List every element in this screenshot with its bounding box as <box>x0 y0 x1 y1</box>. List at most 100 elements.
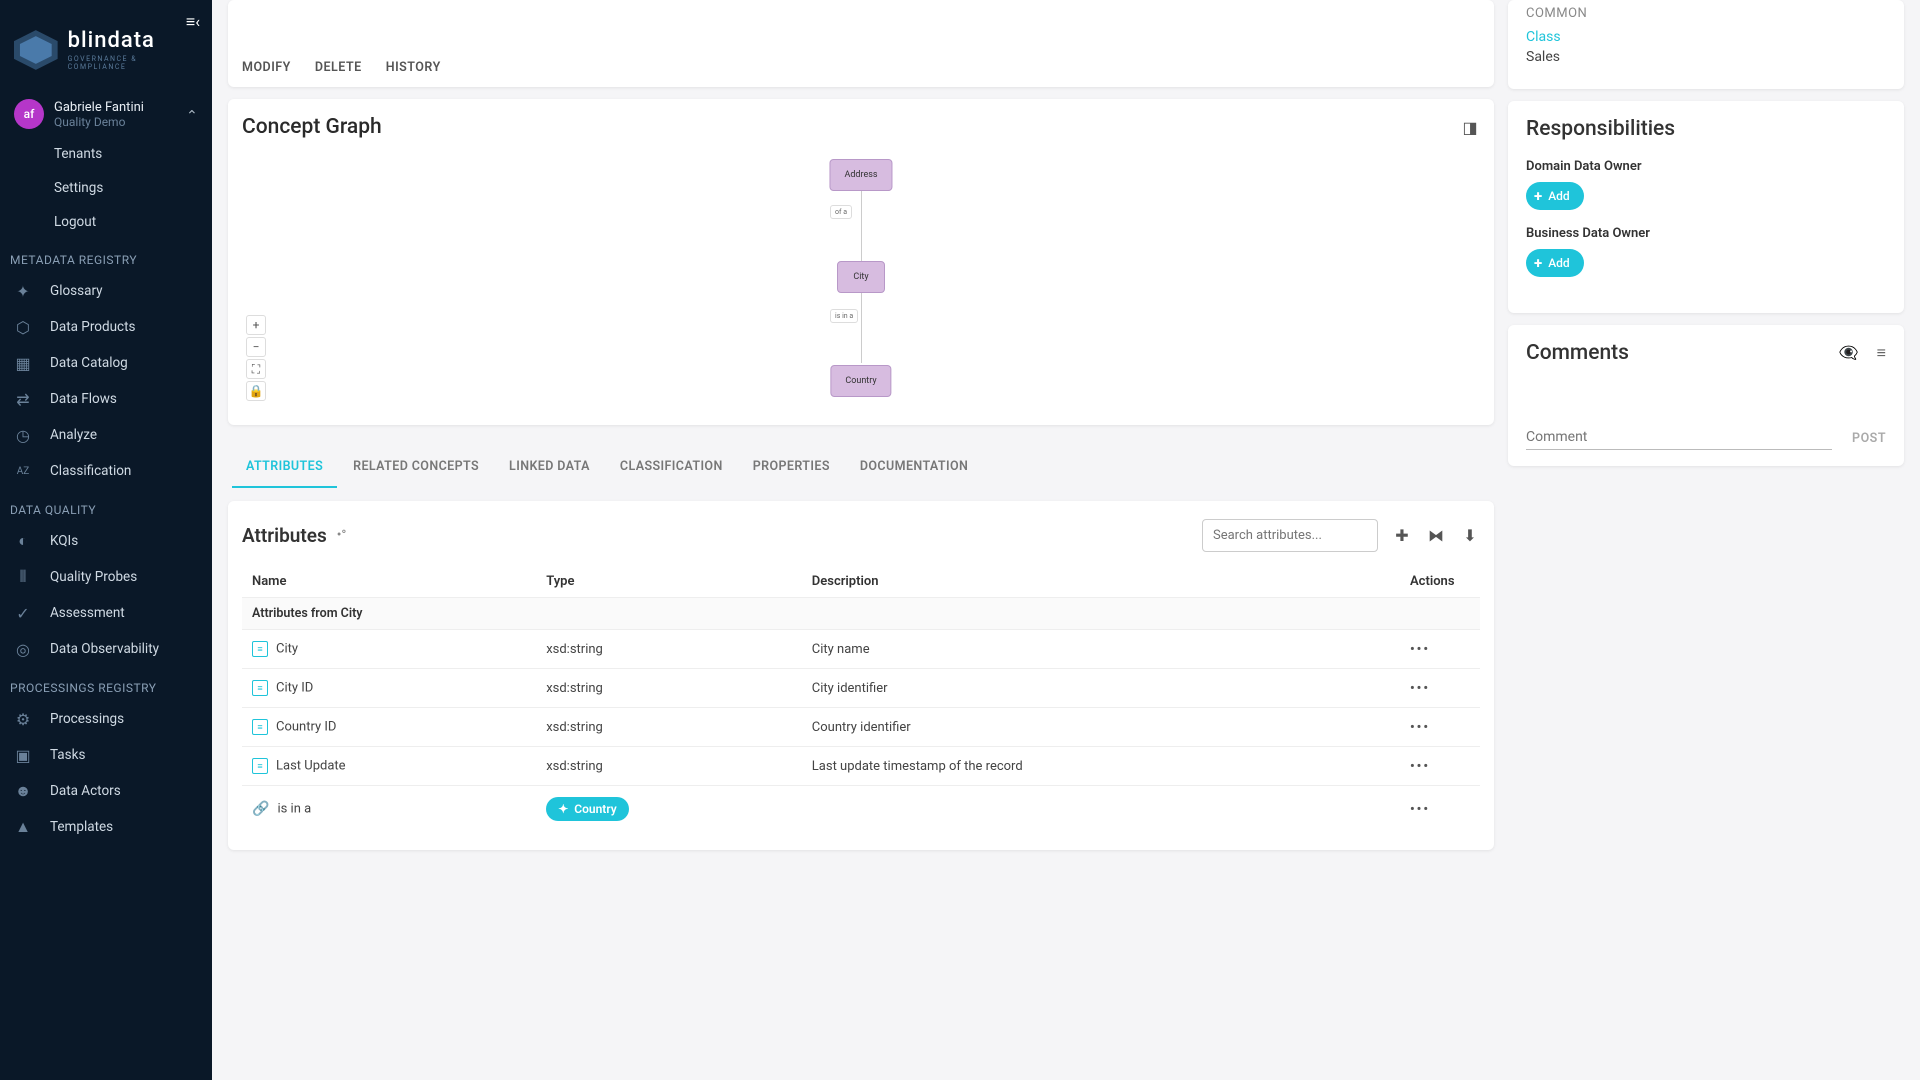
sidebar-item-kqis[interactable]: ◐KQIs <box>0 523 212 559</box>
hierarchy-icon[interactable]: ⧓ <box>1426 526 1446 546</box>
visibility-off-icon[interactable]: 👁‍🗨 <box>1839 343 1859 363</box>
header-card: MODIFY DELETE HISTORY <box>228 0 1494 87</box>
table-row[interactable]: ≡Last Updatexsd:stringLast update timest… <box>242 747 1480 786</box>
main-content: MODIFY DELETE HISTORY Concept Graph ◨ Ad… <box>212 0 1920 1080</box>
sidebar-item-tenants[interactable]: Tenants <box>0 137 212 171</box>
add-domain-owner-button[interactable]: +Add <box>1526 182 1584 210</box>
sidebar-item-quality-probes[interactable]: ⫴Quality Probes <box>0 559 212 595</box>
history-button[interactable]: HISTORY <box>386 60 441 75</box>
plus-icon: + <box>1534 254 1542 272</box>
user-row[interactable]: af Gabriele Fantini Quality Demo ⌄ <box>0 91 212 137</box>
graph-expand-icon[interactable]: ◨ <box>1460 117 1480 137</box>
zoom-in-button[interactable]: + <box>246 315 266 335</box>
sidebar-item-templates[interactable]: ▲Templates <box>0 809 212 845</box>
row-actions-icon[interactable]: ••• <box>1410 642 1430 657</box>
processings-icon: ⚙ <box>14 710 32 728</box>
section-data-quality: DATA QUALITY <box>0 489 212 523</box>
download-icon[interactable]: ⬇ <box>1460 526 1480 546</box>
flow-icon: ⇄ <box>14 390 32 408</box>
attributes-title: Attributes <box>242 524 327 547</box>
sidebar-item-analyze[interactable]: ◷Analyze <box>0 417 212 453</box>
delete-button[interactable]: DELETE <box>315 60 362 75</box>
row-actions-icon[interactable]: ••• <box>1410 802 1430 817</box>
avatar: af <box>14 99 44 129</box>
sidebar-item-data-catalog[interactable]: ▦Data Catalog <box>0 345 212 381</box>
row-actions-icon[interactable]: ••• <box>1410 759 1430 774</box>
post-button[interactable]: POST <box>1852 431 1886 450</box>
comment-input[interactable] <box>1526 425 1832 450</box>
table-row[interactable]: ≡City IDxsd:stringCity identifier••• <box>242 669 1480 708</box>
shield-check-icon: ✓ <box>14 604 32 622</box>
section-processings-registry: PROCESSINGS REGISTRY <box>0 667 212 701</box>
attribute-icon: ≡ <box>252 758 268 774</box>
common-card: COMMON Class Sales <box>1508 0 1904 89</box>
actors-icon: ☻ <box>14 782 32 800</box>
tabs: ATTRIBUTES RELATED CONCEPTS LINKED DATA … <box>228 447 1494 489</box>
sidebar-item-classification[interactable]: AZClassification <box>0 453 212 489</box>
attribute-icon: ≡ <box>252 641 268 657</box>
table-row[interactable]: 🔗is in a✦Country••• <box>242 786 1480 833</box>
role-domain-owner: Domain Data Owner <box>1526 159 1886 174</box>
sidebar-item-glossary[interactable]: ✦Glossary <box>0 273 212 309</box>
logo-name: blindata <box>68 28 155 53</box>
graph-node-address[interactable]: Address <box>829 159 892 191</box>
tab-properties[interactable]: PROPERTIES <box>739 447 844 488</box>
add-attribute-icon[interactable]: ✚ <box>1392 526 1412 546</box>
building-icon: ▦ <box>14 354 32 372</box>
search-attributes-input[interactable] <box>1202 519 1378 552</box>
concept-graph-title: Concept Graph <box>242 115 382 139</box>
section-metadata-registry: METADATA REGISTRY <box>0 239 212 273</box>
col-description: Description <box>802 566 1400 598</box>
graph-node-city[interactable]: City <box>837 261 885 293</box>
col-type: Type <box>536 566 802 598</box>
zoom-out-button[interactable]: − <box>246 337 266 357</box>
row-actions-icon[interactable]: ••• <box>1410 720 1430 735</box>
eye-search-icon: ◎ <box>14 640 32 658</box>
graph-node-country[interactable]: Country <box>830 365 891 397</box>
comments-title: Comments <box>1526 341 1629 365</box>
add-business-owner-button[interactable]: +Add <box>1526 249 1584 277</box>
puzzle-icon: ✦ <box>14 282 32 300</box>
col-name: Name <box>242 566 536 598</box>
sidebar-item-data-products[interactable]: ⬡Data Products <box>0 309 212 345</box>
col-actions: Actions <box>1400 566 1480 598</box>
sidebar-collapse-icon[interactable]: ≡‹ <box>186 12 200 32</box>
class-link[interactable]: Class <box>1526 29 1886 45</box>
sort-icon[interactable]: ≡ <box>1877 343 1886 363</box>
graph-canvas[interactable]: Address of a City is in a Country + − ⛶ … <box>242 149 1480 409</box>
table-row[interactable]: ≡Cityxsd:stringCity name••• <box>242 630 1480 669</box>
modify-button[interactable]: MODIFY <box>242 60 291 75</box>
chevron-up-icon[interactable]: ⌄ <box>186 106 198 122</box>
tab-linked-data[interactable]: LINKED DATA <box>495 447 604 488</box>
tab-related-concepts[interactable]: RELATED CONCEPTS <box>339 447 493 488</box>
plus-icon: + <box>1534 187 1542 205</box>
gauge-icon: ◐ <box>14 532 32 550</box>
group-label: Attributes from City <box>242 598 1480 630</box>
sidebar-item-logout[interactable]: Logout <box>0 205 212 239</box>
az-icon: AZ <box>14 462 32 480</box>
responsibilities-title: Responsibilities <box>1526 117 1886 141</box>
link-icon: 🔗 <box>252 801 269 817</box>
sidebar-item-data-flows[interactable]: ⇄Data Flows <box>0 381 212 417</box>
attributes-card: Attributes •° ✚ ⧓ ⬇ Name Type Descriptio… <box>228 501 1494 850</box>
fullscreen-button[interactable]: ⛶ <box>246 359 266 379</box>
logo: blindata GOVERNANCE & COMPLIANCE <box>0 0 212 91</box>
country-chip[interactable]: ✦Country <box>546 797 629 821</box>
sidebar-item-settings[interactable]: Settings <box>0 171 212 205</box>
logo-icon <box>14 30 58 70</box>
sidebar-item-assessment[interactable]: ✓Assessment <box>0 595 212 631</box>
comments-card: Comments 👁‍🗨 ≡ POST <box>1508 325 1904 466</box>
sidebar-item-data-observability[interactable]: ◎Data Observability <box>0 631 212 667</box>
table-row[interactable]: ≡Country IDxsd:stringCountry identifier•… <box>242 708 1480 747</box>
row-actions-icon[interactable]: ••• <box>1410 681 1430 696</box>
sidebar-item-data-actors[interactable]: ☻Data Actors <box>0 773 212 809</box>
attributes-info-icon[interactable]: •° <box>337 528 347 543</box>
sidebar-item-tasks[interactable]: ▣Tasks <box>0 737 212 773</box>
tab-documentation[interactable]: DOCUMENTATION <box>846 447 982 488</box>
tab-classification[interactable]: CLASSIFICATION <box>606 447 737 488</box>
hexagon-icon: ⬡ <box>14 318 32 336</box>
lock-button[interactable]: 🔒 <box>246 381 266 401</box>
tab-attributes[interactable]: ATTRIBUTES <box>232 447 337 488</box>
chip-icon: ✦ <box>558 802 568 816</box>
sidebar-item-processings[interactable]: ⚙Processings <box>0 701 212 737</box>
